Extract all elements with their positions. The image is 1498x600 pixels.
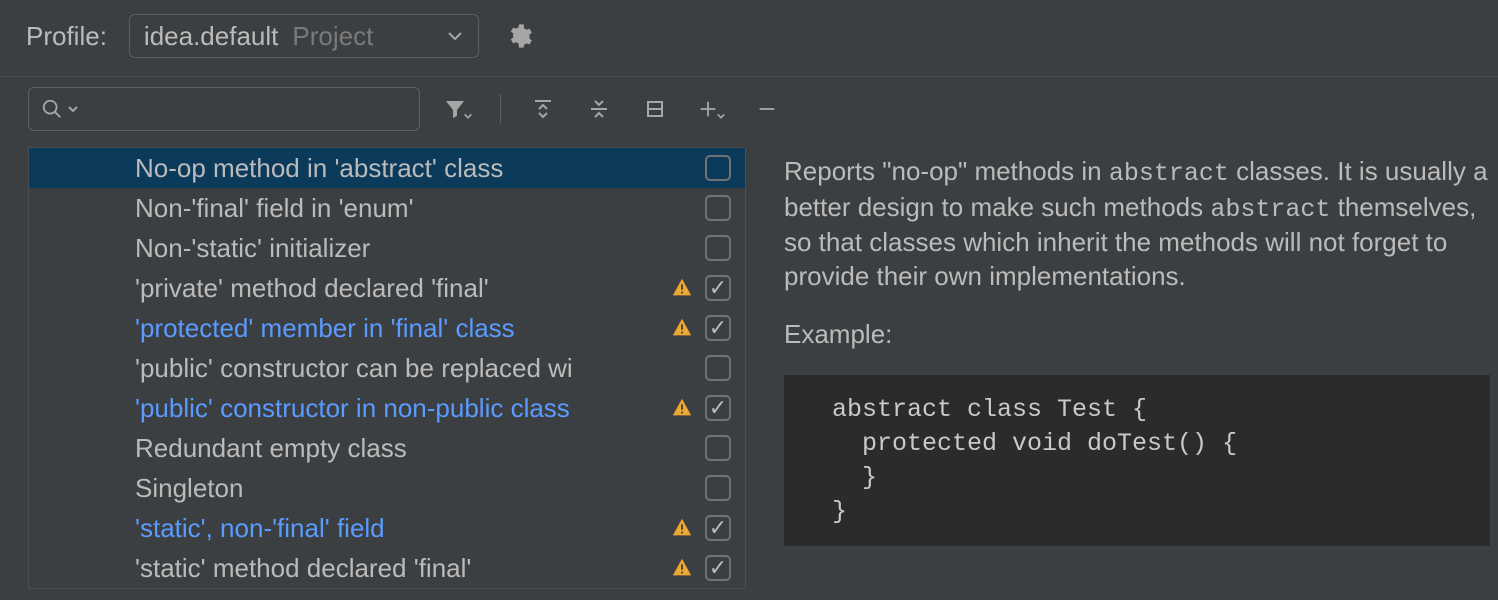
add-button[interactable] (693, 91, 729, 127)
toolbar-separator (500, 94, 501, 124)
severity-cell (669, 317, 695, 339)
expand-all-icon (531, 97, 555, 121)
inspection-label: 'public' constructor can be replaced wi (135, 353, 669, 384)
severity-cell (669, 557, 695, 579)
search-input[interactable] (83, 95, 407, 123)
reset-button[interactable] (637, 91, 673, 127)
enable-checkbox[interactable] (705, 315, 731, 341)
inspection-row[interactable]: Singleton (29, 468, 745, 508)
profile-dropdown[interactable]: idea.default Project (129, 14, 479, 58)
inspection-detail-panel: Reports "no-op" methods in abstract clas… (746, 139, 1498, 589)
warning-icon (671, 397, 693, 419)
inspection-tree-panel: No-op method in 'abstract' class Non-'fin… (0, 139, 746, 589)
code-example: abstract class Test { protected void doT… (784, 375, 1490, 546)
enable-checkbox[interactable] (705, 555, 731, 581)
enable-checkbox[interactable] (705, 475, 731, 501)
inspection-label: Singleton (135, 473, 669, 504)
enable-checkbox[interactable] (705, 195, 731, 221)
code-inline: abstract (1109, 159, 1229, 188)
search-input-wrapper[interactable] (28, 87, 420, 131)
inspection-row[interactable]: 'static', non-'final' field (29, 508, 745, 548)
enable-checkbox[interactable] (705, 515, 731, 541)
collapse-all-icon (587, 97, 611, 121)
inspection-row[interactable]: Non-'static' initializer (29, 228, 745, 268)
filter-button[interactable] (440, 91, 476, 127)
profile-name: idea.default (144, 21, 278, 52)
reset-icon (643, 97, 667, 121)
minus-icon (756, 98, 778, 120)
inspection-description: Reports "no-op" methods in abstract clas… (784, 155, 1490, 294)
chevron-down-icon (67, 103, 79, 115)
main-content: No-op method in 'abstract' class Non-'fin… (0, 139, 1498, 589)
severity-cell (669, 397, 695, 419)
inspection-label: Non-'static' initializer (135, 233, 669, 264)
enable-checkbox[interactable] (705, 155, 731, 181)
inspection-label: 'protected' member in 'final' class (135, 313, 669, 344)
severity-cell (669, 517, 695, 539)
warning-icon (671, 517, 693, 539)
profile-label: Profile: (26, 21, 107, 52)
inspection-label: 'public' constructor in non-public class (135, 393, 669, 424)
inspection-label: 'static' method declared 'final' (135, 553, 669, 584)
profile-toolbar: Profile: idea.default Project (0, 0, 1498, 77)
severity-cell (669, 277, 695, 299)
inspection-row[interactable]: 'static' method declared 'final' (29, 548, 745, 588)
enable-checkbox[interactable] (705, 275, 731, 301)
search-icon (41, 98, 63, 120)
inspection-row[interactable]: Redundant empty class (29, 428, 745, 468)
inspection-row[interactable]: No-op method in 'abstract' class (29, 148, 745, 188)
enable-checkbox[interactable] (705, 235, 731, 261)
inspection-row[interactable]: 'public' constructor in non-public class (29, 388, 745, 428)
enable-checkbox[interactable] (705, 355, 731, 381)
chevron-down-icon (463, 111, 473, 121)
expand-all-button[interactable] (525, 91, 561, 127)
inspection-label: 'static', non-'final' field (135, 513, 669, 544)
inspection-row[interactable]: 'private' method declared 'final' (29, 268, 745, 308)
inspection-label: 'private' method declared 'final' (135, 273, 669, 304)
chevron-down-icon (716, 111, 726, 121)
code-inline: abstract (1210, 195, 1330, 224)
inspection-label: Redundant empty class (135, 433, 669, 464)
warning-icon (671, 557, 693, 579)
inspection-row[interactable]: 'public' constructor can be replaced wi (29, 348, 745, 388)
inspection-row[interactable]: Non-'final' field in 'enum' (29, 188, 745, 228)
warning-icon (671, 317, 693, 339)
inspection-row[interactable]: 'protected' member in 'final' class (29, 308, 745, 348)
enable-checkbox[interactable] (705, 395, 731, 421)
inspection-label: No-op method in 'abstract' class (135, 153, 669, 184)
chevron-down-icon (446, 21, 464, 52)
example-label: Example: (784, 318, 1490, 352)
inspection-tree[interactable]: No-op method in 'abstract' class Non-'fin… (28, 147, 746, 589)
inspection-label: Non-'final' field in 'enum' (135, 193, 669, 224)
gear-icon (505, 22, 533, 50)
remove-button[interactable] (749, 91, 785, 127)
profile-scope: Project (292, 21, 373, 52)
inspection-toolbar (0, 77, 1498, 139)
collapse-all-button[interactable] (581, 91, 617, 127)
settings-button[interactable] (501, 18, 537, 54)
enable-checkbox[interactable] (705, 435, 731, 461)
warning-icon (671, 277, 693, 299)
